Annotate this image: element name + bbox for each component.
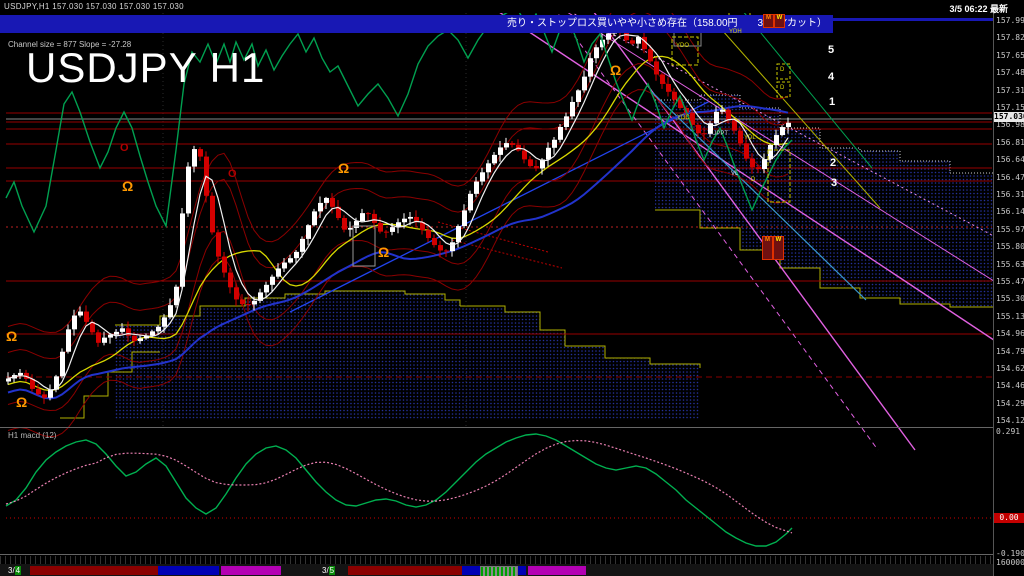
price-axis-label: 154.460 bbox=[996, 381, 1024, 390]
time-axis-ticks[interactable] bbox=[0, 556, 1024, 564]
price-axis-label: 157.315 bbox=[996, 86, 1024, 95]
price-axis-label: 154.795 bbox=[996, 347, 1024, 356]
order-banner-158: 売り・ストップロス買いやや小さめ存在（158.00円 3日NYカット） bbox=[0, 15, 833, 33]
mt4-chart-window: USDJPY,H1 157.030 157.030 157.030 157.03… bbox=[0, 0, 1024, 576]
session-day-label: 3/5 bbox=[322, 566, 336, 575]
object-tag-d: D bbox=[780, 67, 785, 73]
session-color-bar: 3/4 3/5 bbox=[0, 564, 1024, 576]
macd-main-line bbox=[5, 433, 793, 547]
session-segment bbox=[30, 566, 158, 575]
pattern-marker-m: M bbox=[762, 236, 773, 260]
chart-title-bar: USDJPY,H1 157.030 157.030 157.030 157.03… bbox=[0, 0, 1024, 14]
object-tag-d: D bbox=[780, 85, 785, 91]
macd-zero-tag: 0.00 bbox=[994, 513, 1024, 523]
macd-panel-separator[interactable] bbox=[0, 427, 1024, 428]
ichimoku-cloud-left bbox=[115, 291, 460, 420]
macd-indicator-label: H1 macd (12) bbox=[8, 431, 57, 440]
symbol-watermark-title: USDJPY H1 bbox=[26, 44, 266, 91]
price-axis-label: 157.655 bbox=[996, 51, 1024, 60]
last-update-timestamp: 3/5 06:22 最新 bbox=[949, 4, 1008, 14]
price-axis-label: 157.485 bbox=[996, 68, 1024, 77]
time-axis-separator bbox=[0, 554, 1024, 555]
fan-line-number: 4 bbox=[828, 71, 835, 83]
macd-signal-line bbox=[5, 439, 793, 534]
symbol-ohlc-readout: USDJPY,H1 157.030 157.030 157.030 157.03… bbox=[4, 2, 184, 11]
price-axis-label: 156.645 bbox=[996, 155, 1024, 164]
price-axis-label: 157.820 bbox=[996, 33, 1024, 42]
session-segment bbox=[528, 566, 586, 575]
session-segment bbox=[158, 566, 219, 575]
price-axis-label: 157.150 bbox=[996, 103, 1024, 112]
object-tag-uppt: UPPT bbox=[712, 131, 729, 137]
price-axis-label: 156.140 bbox=[996, 207, 1024, 216]
price-axis-label: 154.965 bbox=[996, 329, 1024, 338]
object-tag-ydo: YDO bbox=[676, 43, 690, 49]
macd-axis-label: -0.190 bbox=[996, 549, 1024, 558]
object-tag-ydl: YDL bbox=[744, 135, 756, 141]
session-day-label: 3/4 bbox=[8, 566, 22, 575]
session-segment bbox=[221, 566, 281, 575]
price-axis-label: 156.475 bbox=[996, 173, 1024, 182]
pattern-marker-w: W bbox=[773, 236, 784, 260]
current-price-tag: 157.030 bbox=[994, 112, 1024, 122]
price-axis-label: 156.310 bbox=[996, 190, 1024, 199]
omega-signal-marker: Ω bbox=[338, 160, 350, 176]
ring-signal-marker: O bbox=[120, 142, 129, 154]
ring-signal-marker: O bbox=[228, 168, 237, 180]
fan-line-number: 5 bbox=[828, 44, 835, 56]
omega-signal-marker: Ω bbox=[122, 178, 134, 194]
price-axis-label: 155.635 bbox=[996, 260, 1024, 269]
session-segment bbox=[348, 566, 462, 575]
fan-line-number: 3 bbox=[831, 177, 838, 189]
pattern-marker-m: M bbox=[763, 14, 774, 28]
price-axis-label: 155.130 bbox=[996, 312, 1024, 321]
watermark-badge bbox=[480, 566, 518, 576]
price-axis-label: 154.125 bbox=[996, 416, 1024, 425]
price-axis-label: 157.990 bbox=[996, 16, 1024, 25]
object-tag-ydh: YDH bbox=[729, 29, 742, 35]
price-axis-label: 155.970 bbox=[996, 225, 1024, 234]
ichimoku-cloud-mid bbox=[460, 306, 700, 420]
pattern-marker-w: W bbox=[774, 14, 785, 28]
omega-signal-marker: Ω bbox=[6, 328, 18, 344]
omega-signal-marker: Ω bbox=[610, 62, 622, 78]
fan-line-number: 1 bbox=[829, 96, 836, 108]
drawn-rectangle[interactable] bbox=[671, 36, 699, 66]
price-axis-label: 155.470 bbox=[996, 277, 1024, 286]
price-axis-label: 155.805 bbox=[996, 242, 1024, 251]
macd-axis-label: 160000 bbox=[996, 558, 1024, 567]
macd-axis-label: 0.291 bbox=[996, 427, 1021, 436]
object-tag-d: D bbox=[751, 177, 756, 183]
object-tag-ydc: YDC bbox=[677, 115, 690, 121]
omega-signal-marker: Ω bbox=[378, 244, 390, 260]
price-axis[interactable]: 157.990 157.820 157.655 157.485 157.315 157.1… bbox=[993, 13, 1024, 576]
omega-signal-marker: Ω bbox=[16, 394, 28, 410]
price-axis-label: 155.300 bbox=[996, 294, 1024, 303]
fan-line-number: 2 bbox=[830, 157, 837, 169]
price-axis-label: 156.815 bbox=[996, 138, 1024, 147]
object-tag-vl: VL bbox=[731, 171, 739, 177]
price-axis-label: 154.625 bbox=[996, 364, 1024, 373]
price-axis-label: 154.290 bbox=[996, 399, 1024, 408]
